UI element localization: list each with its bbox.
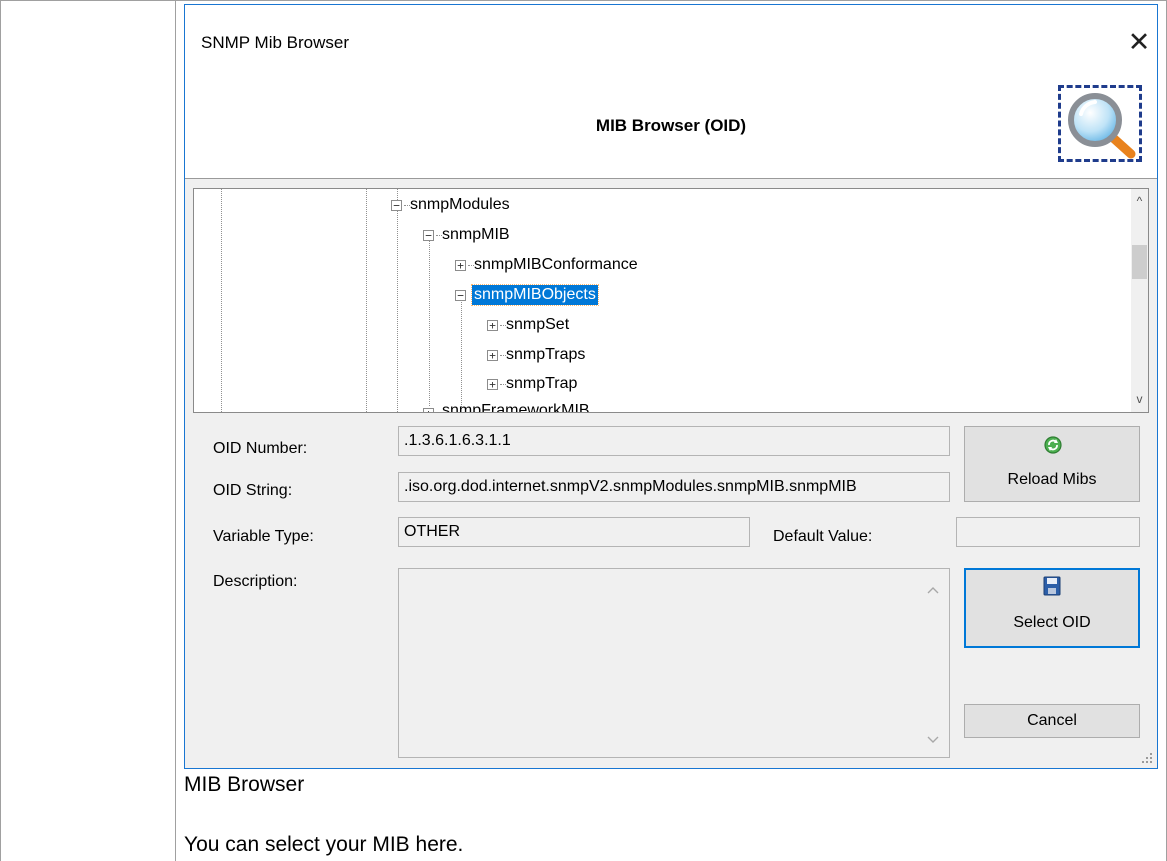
scroll-down-icon[interactable]: v <box>1131 391 1148 408</box>
tree-guide-line <box>366 189 367 412</box>
mib-tree-view[interactable]: − snmpModules − snmpMIB + snmpMIBConform… <box>193 188 1149 413</box>
collapse-icon[interactable]: − <box>423 230 434 241</box>
floppy-disk-icon <box>1043 576 1061 596</box>
description-textarea[interactable] <box>398 568 950 758</box>
close-icon[interactable]: ✕ <box>1125 26 1153 58</box>
magnifier-icon <box>1058 85 1142 162</box>
oid-number-field[interactable]: .1.3.6.1.6.3.1.1 <box>398 426 950 456</box>
cancel-label: Cancel <box>1027 712 1077 729</box>
select-oid-label: Select OID <box>1013 614 1091 631</box>
tree-node-snmpmodules[interactable]: snmpModules <box>410 195 510 215</box>
page-description: You can select your MIB here. <box>184 833 464 856</box>
snmp-mib-browser-dialog: SNMP Mib Browser ✕ MIB Browser (OID) − s… <box>184 4 1158 769</box>
expand-icon[interactable]: + <box>455 260 466 271</box>
oid-string-label: OID String: <box>213 482 293 499</box>
reload-mibs-label: Reload Mibs <box>1007 471 1097 488</box>
expand-icon[interactable]: + <box>487 379 498 390</box>
scroll-down-icon[interactable] <box>927 733 939 747</box>
expand-icon[interactable]: + <box>487 320 498 331</box>
table-top-border <box>0 0 1167 1</box>
resize-grip-icon[interactable] <box>1142 753 1154 765</box>
scrollbar-thumb[interactable] <box>1132 245 1147 279</box>
variable-type-label: Variable Type: <box>213 528 314 545</box>
recycle-icon <box>1043 435 1063 455</box>
default-value-label: Default Value: <box>773 528 873 545</box>
scroll-up-icon[interactable] <box>927 583 939 597</box>
tree-node-snmpframeworkmib[interactable]: snmpFrameworkMIB <box>442 401 590 412</box>
oid-number-label: OID Number: <box>213 440 308 457</box>
expand-icon[interactable]: + <box>487 350 498 361</box>
reload-mibs-button[interactable]: Reload Mibs <box>964 426 1140 502</box>
cancel-button[interactable]: Cancel <box>964 704 1140 738</box>
description-label: Description: <box>213 573 298 590</box>
tree-node-snmpset[interactable]: snmpSet <box>506 315 569 335</box>
collapse-icon[interactable]: − <box>455 290 466 301</box>
tree-node-snmpmibconformance[interactable]: snmpMIBConformance <box>474 255 638 275</box>
tree-node-snmpmib[interactable]: snmpMIB <box>442 225 510 245</box>
default-value-field[interactable] <box>956 517 1140 547</box>
select-oid-button[interactable]: Select OID <box>964 568 1140 648</box>
tree-scrollbar[interactable]: ^ v <box>1131 189 1148 412</box>
tree-guide-line <box>221 189 222 412</box>
variable-type-field[interactable]: OTHER <box>398 517 750 547</box>
tree-node-snmptraps[interactable]: snmpTraps <box>506 345 585 365</box>
tree-node-snmptrap[interactable]: snmpTrap <box>506 374 577 394</box>
tree-node-snmpmibobjects[interactable]: snmpMIBObjects <box>471 284 599 306</box>
tree-guide-line <box>429 236 430 406</box>
scroll-up-icon[interactable]: ^ <box>1131 193 1148 210</box>
oid-string-field[interactable]: .iso.org.dod.internet.snmpV2.snmpModules… <box>398 472 950 502</box>
expand-icon[interactable]: + <box>423 408 434 412</box>
dialog-header: MIB Browser (OID) <box>185 85 1157 179</box>
collapse-icon[interactable]: − <box>391 200 402 211</box>
table-left-border <box>0 0 1 861</box>
dialog-title: SNMP Mib Browser <box>201 33 349 52</box>
title-bar: SNMP Mib Browser ✕ <box>185 5 1157 85</box>
figure-caption: MIB Browser <box>184 773 305 796</box>
tree-guide-line <box>461 297 462 407</box>
tree-guide-line <box>397 189 398 412</box>
header-title: MIB Browser (OID) <box>595 116 747 135</box>
table-column-divider <box>175 0 176 861</box>
